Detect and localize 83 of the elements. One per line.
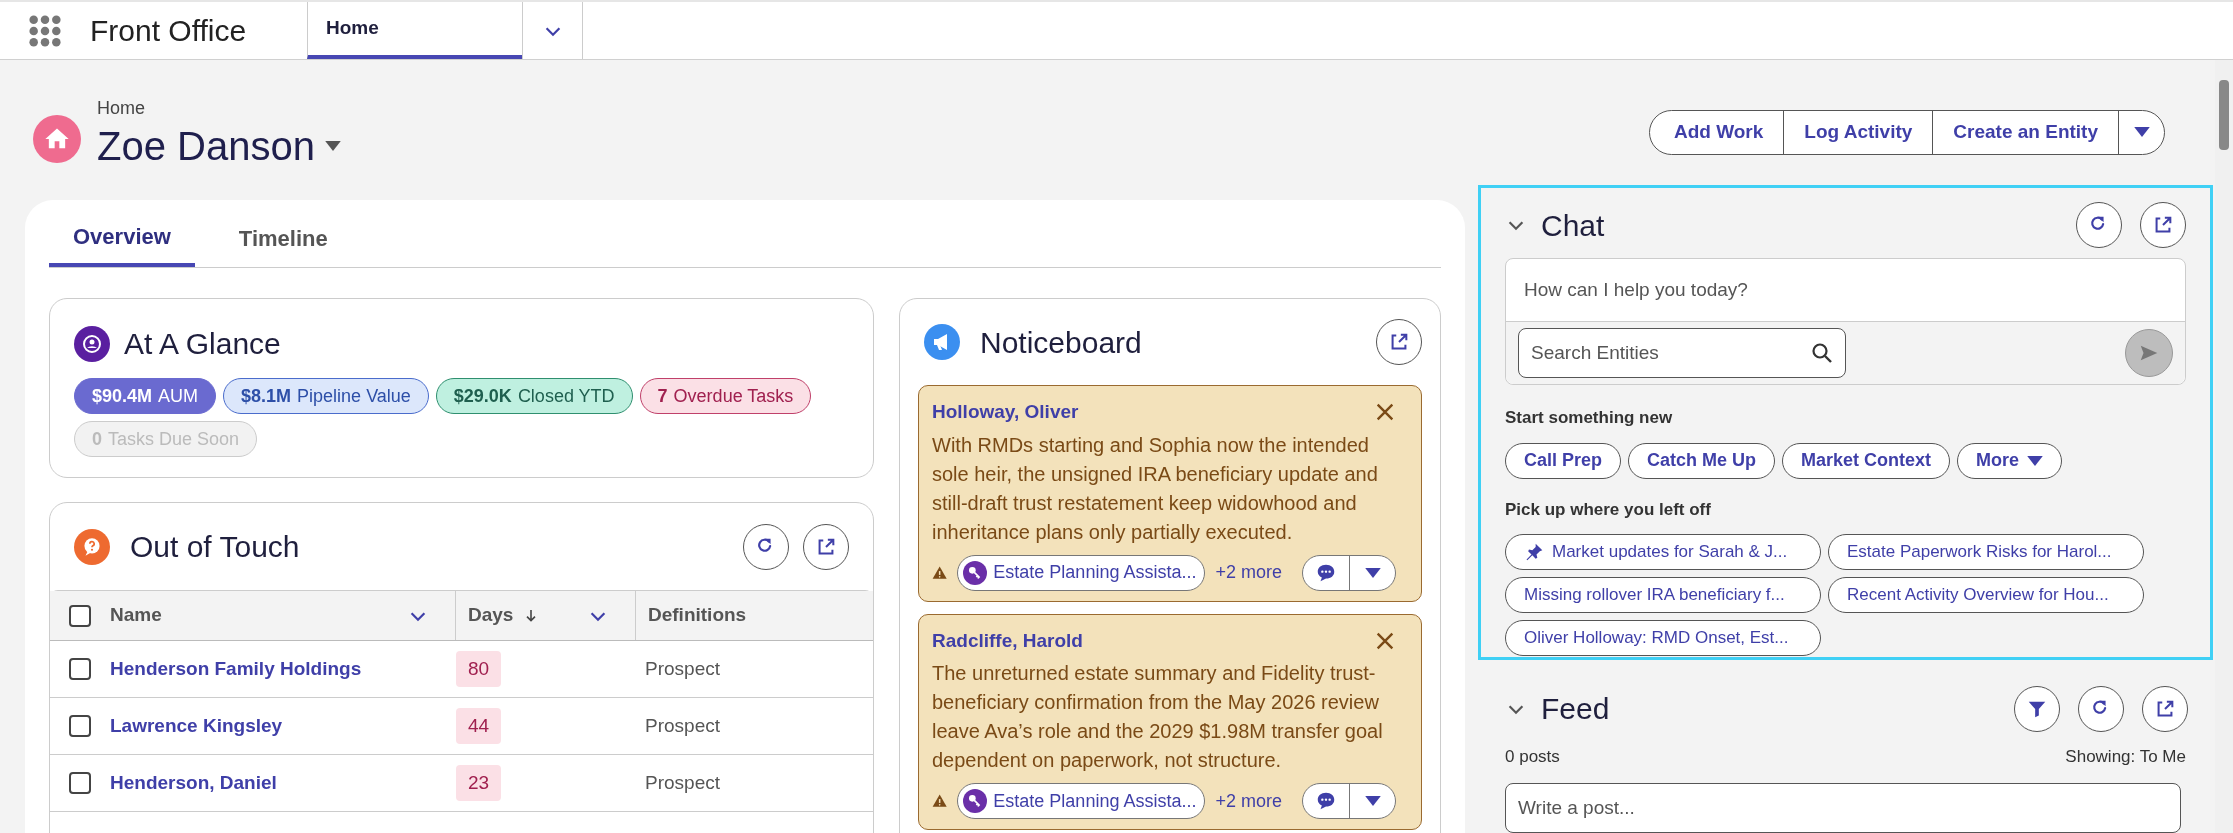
action-button[interactable]: Log Activity	[1783, 110, 1933, 154]
caret-down-icon	[1364, 796, 1381, 806]
pop-out-button[interactable]	[2142, 685, 2188, 732]
tag-chip[interactable]: Estate Planning Assista...	[957, 783, 1206, 819]
key-icon	[963, 560, 988, 585]
conversation-chip[interactable]: Estate Paperwork Risks for Harol...	[1828, 534, 2144, 570]
nav-tab[interactable]: Home	[307, 2, 522, 59]
days-badge: 44	[456, 707, 502, 745]
checkbox[interactable]	[69, 658, 91, 680]
record-link[interactable]: Henderson, Daniel	[110, 771, 277, 793]
metric-badge: $8.1M Pipeline Value	[223, 378, 429, 414]
days-badge: 23	[456, 764, 502, 802]
tag-chip[interactable]: Estate Planning Assista...	[957, 554, 1206, 591]
pop-out-button[interactable]	[2140, 202, 2186, 248]
question-chat-icon	[74, 528, 110, 565]
conversation-chip[interactable]: Market updates for Sarah & J...	[1505, 534, 1821, 570]
panel-title: Noticeboard	[980, 324, 1143, 361]
section-label: Pick up where you left off	[1505, 498, 1712, 521]
breadcrumb: Home	[97, 96, 146, 120]
panel-title: At A Glance	[124, 326, 281, 362]
prompt-chip[interactable]: Market Context	[1782, 442, 1951, 479]
checkbox[interactable]	[69, 604, 91, 627]
checkbox[interactable]	[69, 715, 91, 737]
post-count: 0 posts	[1505, 745, 1560, 768]
tab[interactable]: Timeline	[214, 209, 352, 267]
search-field[interactable]: Search Entities	[1518, 328, 1846, 378]
section-label: Start something new	[1505, 407, 1674, 429]
pop-out-button[interactable]	[803, 523, 849, 570]
conversation-chip[interactable]: Recent Activity Overview for Hou...	[1828, 577, 2144, 613]
tab[interactable]: Overview	[49, 209, 195, 267]
key-icon	[963, 789, 988, 813]
column-header[interactable]: Name	[110, 601, 162, 630]
prompt-chip[interactable]: Call Prep	[1505, 442, 1622, 479]
pop-out-button[interactable]	[1376, 319, 1422, 365]
app-launcher-icon	[28, 13, 62, 48]
chat-input[interactable]: How can I help you today? Search Entities	[1505, 258, 2186, 385]
action-button[interactable]: Create an Entity	[1932, 110, 2118, 154]
action-button[interactable]: Add Work	[1649, 110, 1784, 154]
post-field[interactable]: Write a post...	[1505, 783, 2181, 833]
send-button[interactable]	[2125, 329, 2173, 377]
record-link[interactable]: Henderson Family Holdings	[110, 657, 362, 679]
more-link[interactable]: +2 more	[1215, 559, 1282, 586]
search-icon	[1810, 341, 1834, 365]
client-link[interactable]: Holloway, Oliver	[932, 398, 1374, 427]
notice-text: The unreturned estate summary and Fidelity trust-beneficiary confirmation from the May 2026 review leave Ava’s role and the 2029 $1.98M transfer goal dependent on paperwork, not structure.	[932, 661, 1384, 773]
metric-badge: $90.4M AUM	[74, 378, 217, 414]
metric-badge: 7 Overdue Tasks	[639, 378, 812, 414]
conversation-chip[interactable]: Oliver Holloway: RMD Onset, Est...	[1505, 620, 1821, 656]
record-link[interactable]: Lawrence Kingsley	[110, 714, 283, 736]
close-icon	[1374, 401, 1396, 423]
filter-status: Showing: To Me	[2065, 745, 2186, 768]
section-title: Chat	[1541, 207, 1606, 244]
scrollbar-thumb[interactable]	[2219, 80, 2229, 150]
refresh-button[interactable]	[2076, 202, 2122, 248]
notice-text: With RMDs starting and Sophia now the intended sole heir, the unsigned IRA beneficiary update and still-draft trust restatement keep widowhood and inheritance plans only partially executed.	[932, 432, 1379, 545]
section-title: Feed	[1541, 691, 1611, 727]
client-link[interactable]: Radcliffe, Harold	[932, 626, 1374, 655]
checkbox[interactable]	[69, 772, 91, 794]
caret-down-icon	[1364, 567, 1381, 578]
column-header[interactable]: Days	[468, 601, 514, 630]
app-name: Front Office	[90, 13, 248, 49]
prompt-chip[interactable]: Catch Me Up	[1628, 442, 1776, 479]
more-link[interactable]: +2 more	[1215, 787, 1282, 815]
refresh-button[interactable]	[2078, 685, 2124, 732]
megaphone-icon	[924, 324, 960, 360]
table-cell-text: Prospect	[644, 770, 721, 795]
gauge-icon	[74, 325, 110, 362]
panel-title: Out of Touch	[130, 529, 301, 565]
page-title: Zoe Danson	[97, 122, 315, 170]
conversation-chip[interactable]: Missing rollover IRA beneficiary f...	[1505, 577, 1821, 613]
table-cell-text: Prospect	[644, 713, 721, 738]
days-badge: 80	[456, 650, 502, 688]
home-icon	[33, 115, 81, 163]
speech-bubble-icon	[1315, 790, 1337, 812]
filter-button[interactable]	[2014, 685, 2060, 732]
caret-down-icon	[2133, 127, 2150, 137]
prompt-chip[interactable]: More	[1957, 442, 2063, 479]
caret-down-icon	[324, 140, 341, 151]
column-header[interactable]: Definitions	[648, 601, 747, 630]
refresh-button[interactable]	[743, 523, 789, 570]
caret-down-icon	[2027, 455, 2044, 466]
table-cell-text: Prospect	[644, 656, 721, 681]
metric-badge: $29.0K Closed YTD	[435, 378, 633, 414]
